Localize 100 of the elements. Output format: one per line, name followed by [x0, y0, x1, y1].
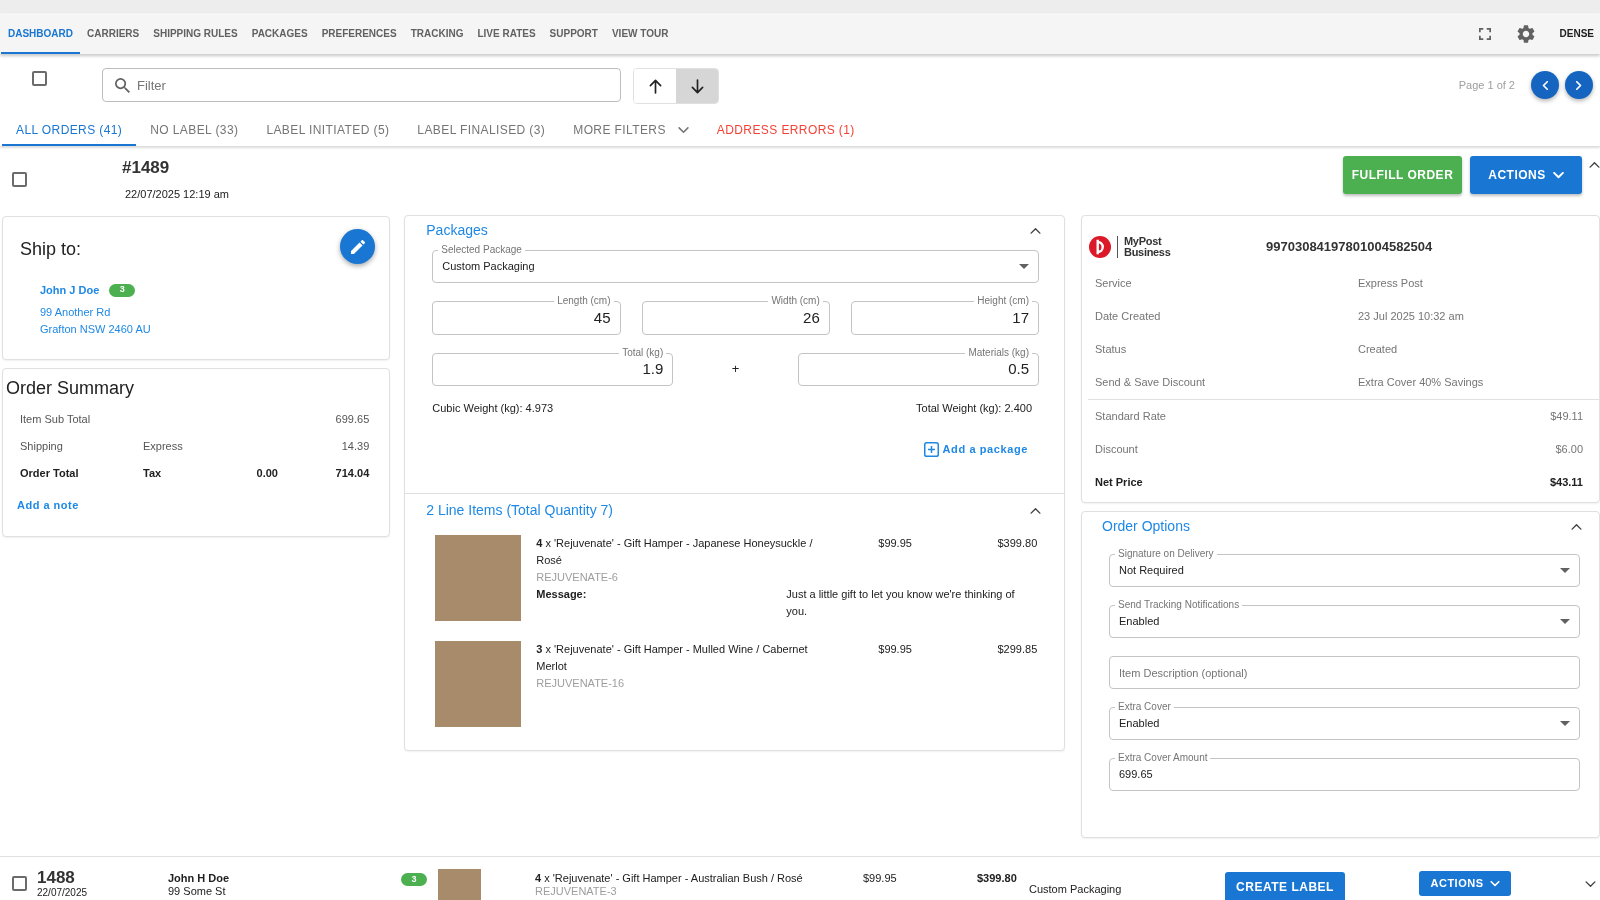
filter-tab[interactable]: NO LABEL (33) — [136, 116, 253, 146]
field-label: Width (cm) — [768, 295, 823, 307]
item-total: $399.80 — [997, 536, 1038, 551]
nav-tab[interactable]: CARRIERS — [80, 13, 147, 54]
filter-tab[interactable]: MORE FILTERS — [559, 116, 703, 146]
summary-value: 714.04 — [335, 467, 370, 480]
summary-tax: 0.00 — [256, 467, 278, 480]
detail-label: Service — [1095, 276, 1133, 292]
field-label: Send Tracking Notifications — [1115, 599, 1243, 611]
chevron-up-icon[interactable] — [1030, 226, 1041, 234]
order-summary-title: Order Summary — [5, 377, 136, 399]
create-label-button[interactable]: CREATE LABEL — [1225, 872, 1345, 900]
price-value: $49.11 — [1550, 409, 1583, 425]
line-items-title: 2 Line Items (Total Quantity 7) — [426, 501, 614, 519]
summary-detail: Tax — [143, 467, 162, 480]
address-line: 99 Another Rd — [40, 305, 111, 320]
checkbox[interactable] — [12, 172, 27, 187]
nav-tab[interactable]: DASHBOARD — [1, 13, 80, 54]
summary-label: Item Sub Total — [20, 412, 92, 428]
nav-tab[interactable]: SHIPPING RULES — [146, 13, 245, 54]
summary-label: Shipping — [20, 439, 64, 455]
nav-tab[interactable]: TRACKING — [403, 13, 471, 54]
logo-icon — [1089, 236, 1111, 258]
total-weight: Total Weight (kg): 2.400 — [916, 401, 1032, 415]
field-label: Extra Cover Amount — [1115, 752, 1211, 764]
price-label: Net Price — [1095, 475, 1143, 491]
nav-tab[interactable]: SUPPORT — [542, 13, 605, 54]
page-info: Page 1 of 2 — [1458, 77, 1515, 93]
next-page-button[interactable] — [1565, 71, 1593, 99]
packages-title: Packages — [426, 221, 488, 239]
ship-to-title: Ship to: — [20, 237, 82, 260]
detail-value: 23 Jul 2025 10:32 am — [1358, 309, 1464, 325]
filter-tab[interactable]: LABEL INITIATED (5) — [252, 116, 404, 146]
order-options-title: Order Options — [1102, 517, 1190, 535]
caret-icon — [1560, 721, 1570, 726]
filter-tab[interactable]: ADDRESS ERRORS (1) — [702, 116, 869, 146]
nav-tab[interactable]: PACKAGES — [244, 13, 315, 54]
order-number: 1488 — [37, 869, 75, 887]
chevron-right-icon — [1576, 80, 1582, 90]
settings-icon[interactable] — [1516, 24, 1535, 43]
filter-tab[interactable]: ALL ORDERS (41) — [2, 116, 137, 146]
detail-value: Express Post — [1358, 276, 1423, 292]
add-package-link[interactable]: Add a package — [923, 441, 1028, 457]
filter-field[interactable]: Filter — [102, 68, 621, 102]
item-sku: REJUVENATE-3 — [535, 885, 617, 898]
item-title: 3 x 'Rejuvenate' - Gift Hamper - Mulled Wine / Cabernet Merlot — [536, 642, 809, 674]
field-label: Selected Package — [438, 244, 525, 256]
actions-button[interactable]: ACTIONS — [1470, 156, 1582, 194]
summary-label: Order Total — [20, 466, 80, 482]
order-date: 22/07/2025 — [37, 887, 88, 899]
add-note-link[interactable]: Add a note — [17, 497, 79, 513]
logo-text: MyPost Business — [1124, 236, 1171, 258]
density-toggle[interactable]: DENSE — [1559, 26, 1594, 41]
detail-value: Extra Cover 40% Savings — [1358, 375, 1484, 391]
price-label: Discount — [1095, 442, 1138, 458]
filter-tab[interactable]: LABEL FINALISED (3) — [403, 116, 560, 146]
field-label: Total (kg) — [619, 347, 667, 359]
chevron-up-icon[interactable] — [1030, 506, 1041, 514]
chevron-up-icon[interactable] — [1571, 522, 1582, 530]
caret-icon — [1560, 619, 1570, 624]
photo-placeholder — [438, 869, 481, 900]
item-price: $99.95 — [863, 872, 897, 884]
address-line: Grafton NSW 2460 AU — [40, 322, 151, 337]
address-line: 99 Some St — [168, 885, 226, 898]
field-label: Extra Cover — [1115, 701, 1174, 713]
detail-label: Send & Save Discount — [1095, 375, 1207, 391]
customer-name: John H Doe — [168, 872, 230, 885]
chevron-down-icon — [1489, 880, 1500, 887]
checkbox[interactable] — [12, 876, 27, 891]
chevron-down-icon[interactable] — [1585, 881, 1596, 888]
field-label: Height (cm) — [974, 295, 1032, 307]
description-field[interactable]: Item Description (optional) — [1109, 656, 1580, 689]
field-label: Length (cm) — [554, 295, 614, 307]
order-number: #1489 — [122, 157, 170, 179]
actions-button[interactable]: ACTIONS — [1419, 871, 1511, 896]
customer-name[interactable]: John J Doe — [40, 282, 100, 298]
price-value: $6.00 — [1555, 442, 1583, 458]
nav-tab[interactable]: LIVE RATES — [470, 13, 543, 54]
sort-descending-button[interactable] — [676, 69, 718, 103]
summary-value: 14.39 — [341, 440, 370, 453]
checkbox[interactable] — [32, 71, 47, 86]
nav-tab[interactable]: PREFERENCES — [314, 13, 404, 54]
price-value: $43.11 — [1549, 475, 1583, 491]
item-total: $299.85 — [997, 642, 1038, 657]
item-title: 4 x 'Rejuvenate' - Gift Hamper - Australian Bush / Rosé — [535, 872, 803, 885]
item-price: $99.95 — [878, 642, 912, 657]
fullscreen-icon[interactable] — [1478, 27, 1491, 40]
caret-icon — [1019, 264, 1029, 269]
search-icon — [115, 78, 130, 93]
chevron-down-icon — [677, 126, 689, 134]
previous-page-button[interactable] — [1531, 71, 1559, 99]
nav-tab[interactable]: VIEW TOUR — [604, 13, 676, 54]
order-date: 22/07/2025 12:19 am — [125, 187, 229, 201]
summary-detail: Express — [143, 440, 183, 453]
item-sku: REJUVENATE-6 — [536, 570, 619, 585]
field-label: Materials (kg) — [965, 347, 1032, 359]
item-total: $399.80 — [977, 872, 1017, 884]
chevron-up-icon[interactable] — [1589, 161, 1600, 168]
edit-button[interactable] — [340, 229, 376, 264]
cubic-weight: Cubic Weight (kg): 4.973 — [432, 401, 554, 415]
